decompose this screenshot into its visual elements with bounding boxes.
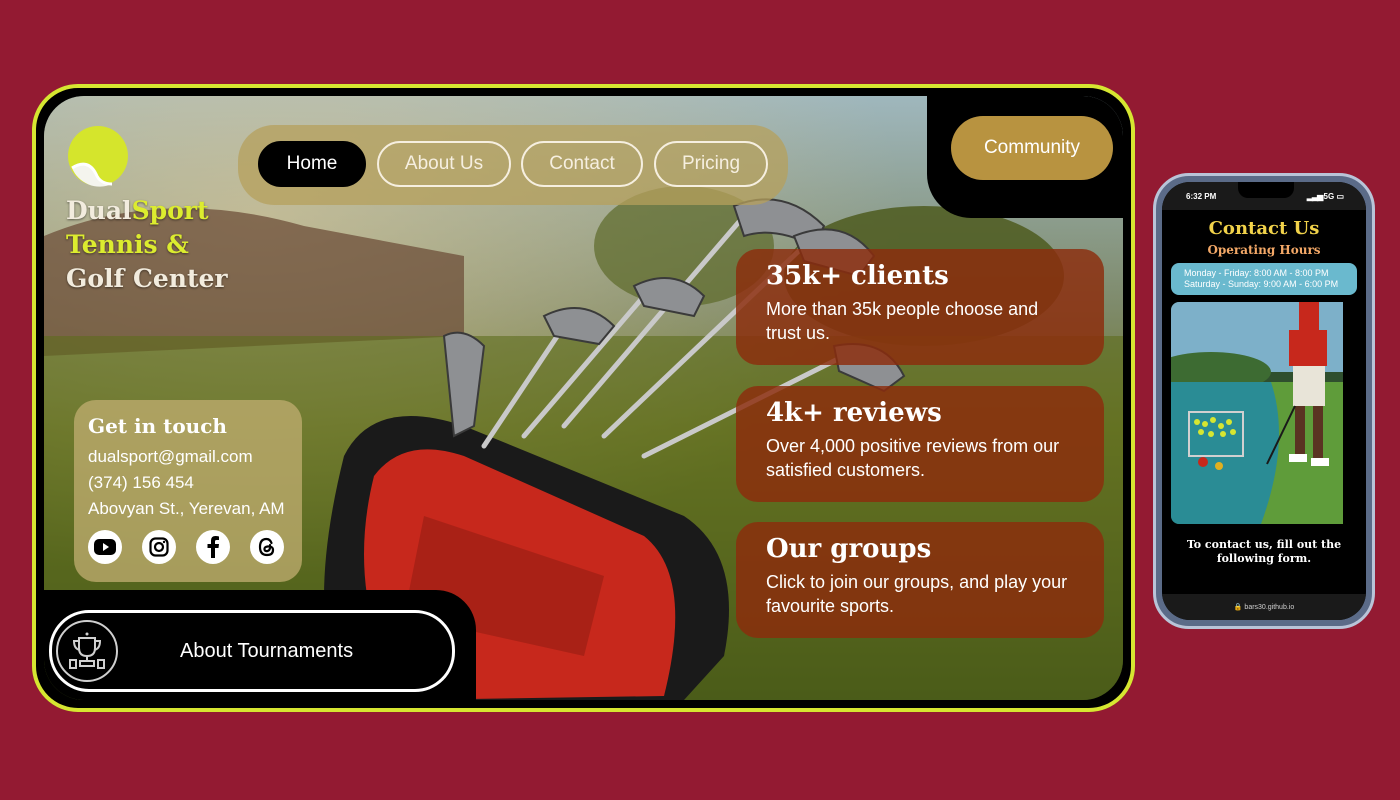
brand-part1: Dual: [66, 196, 132, 225]
about-tournaments-label: About Tournaments: [180, 639, 354, 662]
stat-card-clients[interactable]: 35k+ clients More than 35k people choose…: [736, 249, 1104, 365]
facebook-icon[interactable]: [196, 530, 230, 564]
youtube-icon[interactable]: [88, 530, 122, 564]
phone-hours-box: Monday - Friday: 8:00 AM - 8:00 PM Satur…: [1171, 263, 1357, 295]
stat-description: Over 4,000 positive reviews from our sat…: [766, 436, 1060, 480]
network-label: 5G: [1323, 191, 1335, 201]
tennis-court-image: [1171, 302, 1343, 524]
tennis-ball-logo-icon[interactable]: [66, 124, 130, 188]
trophy-icon: [56, 620, 118, 682]
phone-contact-title: Contact Us: [1208, 218, 1320, 239]
nav-home-button[interactable]: Home: [258, 141, 366, 187]
stat-card-reviews[interactable]: 4k+ reviews Over 4,000 positive reviews …: [736, 386, 1104, 502]
phone-tennis-photo: [1171, 302, 1357, 524]
nav-pricing-button[interactable]: Pricing: [654, 141, 768, 187]
social-links: [88, 530, 288, 564]
brand-part2: Sport: [131, 196, 209, 225]
threads-icon[interactable]: [250, 530, 284, 564]
phone-signal: ▂▃▅ 5G ▭: [1307, 192, 1344, 201]
lock-icon: 🔒: [1233, 604, 1245, 611]
contact-address: Abovyan St., Yerevan, AM: [88, 499, 285, 518]
phone-operating-hours-title: Operating Hours: [1207, 243, 1321, 257]
phone-time: 6:32 PM: [1186, 191, 1217, 201]
stat-card-groups[interactable]: Our groups Click to join our groups, and…: [736, 522, 1104, 638]
contact-phone[interactable]: (374) 156 454: [88, 470, 288, 496]
stat-title: Our groups: [766, 534, 932, 564]
phone-mockup: 6:32 PM ▂▃▅ 5G ▭ Contact Us Operating Ho…: [1153, 173, 1375, 629]
phone-screen: 6:32 PM ▂▃▅ 5G ▭ Contact Us Operating Ho…: [1162, 182, 1366, 620]
nav-about-button[interactable]: About Us: [377, 141, 511, 187]
phone-url: bars30.github.io: [1244, 603, 1295, 611]
hours-weekdays: Monday - Friday: 8:00 AM - 8:00 PM: [1184, 268, 1329, 278]
stat-title: 4k+ reviews: [766, 398, 942, 428]
phone-cta-text: To contact us, fill out the following fo…: [1186, 538, 1342, 565]
stat-title: 35k+ clients: [766, 261, 949, 291]
brand-line2: Tennis &: [66, 230, 189, 259]
brand-line3: Golf Center: [66, 264, 228, 293]
hero-scene: DualSport Tennis & Golf Center Home Abou…: [44, 96, 1123, 700]
desktop-mockup: DualSport Tennis & Golf Center Home Abou…: [32, 84, 1135, 712]
stat-description: More than 35k people choose and trust us…: [766, 299, 1039, 343]
about-tournaments-button[interactable]: About Tournaments: [49, 610, 455, 692]
signal-bars-icon: ▂▃▅: [1306, 191, 1324, 201]
instagram-icon[interactable]: [142, 530, 176, 564]
contact-title: Get in touch: [88, 414, 227, 438]
get-in-touch-card: Get in touch dualsport@gmail.com (374) 1…: [74, 400, 302, 582]
battery-icon: ▭: [1336, 191, 1344, 201]
phone-notch: [1238, 182, 1294, 198]
community-button[interactable]: Community: [951, 116, 1113, 180]
nav-contact-button[interactable]: Contact: [521, 141, 643, 187]
brand-name: DualSport Tennis & Golf Center: [66, 194, 228, 296]
main-nav: Home About Us Contact Pricing: [238, 125, 788, 205]
phone-url-bar[interactable]: 🔒 bars30.github.io: [1162, 594, 1366, 620]
contact-email[interactable]: dualsport@gmail.com: [88, 444, 288, 470]
stat-description: Click to join our groups, and play your …: [766, 572, 1068, 616]
hours-weekend: Saturday - Sunday: 9:00 AM - 6:00 PM: [1184, 279, 1339, 289]
